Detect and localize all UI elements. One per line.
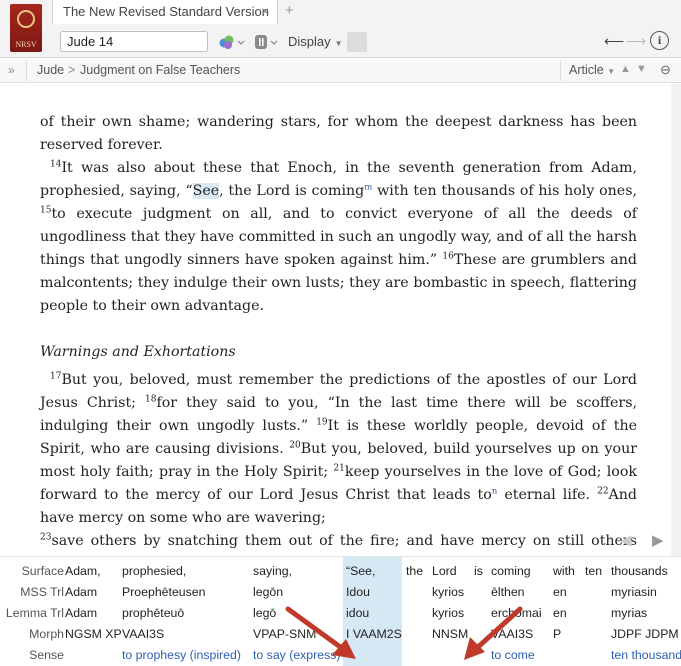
expand-icon[interactable]: » [8,63,15,77]
verse-number[interactable]: 16 [442,251,453,261]
article-label: Article [569,63,604,77]
article-menu-button[interactable]: Article ▼ [569,63,615,77]
verse-text: eternal life. [497,487,598,503]
seal-icon [17,10,35,28]
verse-text: , the Lord is coming [219,183,365,199]
next-icon[interactable]: ▶ [652,531,664,549]
breadcrumb-book[interactable]: Jude [37,63,64,77]
breadcrumb-separator: > [68,63,76,77]
plus-icon[interactable]: + [285,2,294,19]
breadcrumb: » Jude > Judgment on False Teachers Arti… [0,59,681,83]
verse-text: of their own shame; wandering stars, for… [40,114,637,153]
verse-number[interactable]: 14 [50,159,61,169]
selected-word[interactable]: See [192,183,220,199]
verse-number[interactable]: 19 [316,417,327,427]
more-icon[interactable]: ⊖ [660,62,671,78]
parallel-resources-button[interactable] [216,32,246,52]
logo-text: NRSV [15,40,37,49]
divider [560,61,561,81]
close-icon[interactable]: × [261,3,269,19]
bible-text: of their own shame; wandering stars, for… [40,111,637,556]
reference-input[interactable] [60,31,208,52]
section-heading: Warnings and Exhortations [40,344,236,360]
tab-title: The New Revised Standard Version [63,4,269,19]
paragraph: 14It was also about these that Enoch, in… [40,157,637,318]
chevron-down-icon: ▼ [607,67,616,76]
annotation-arrows [285,606,523,660]
verse-text: with ten thousands of his holy ones, [372,183,637,199]
panel-menu-button[interactable] [254,32,280,52]
reading-pane[interactable]: of their own shame; wandering stars, for… [0,84,671,556]
verse-number[interactable]: 18 [145,394,156,404]
back-arrow-icon[interactable]: ⟵ [604,33,624,50]
parallel-resources-icon [219,35,245,49]
verse-number[interactable]: 21 [333,463,344,473]
forward-arrow-icon[interactable]: ⟶ [626,33,646,50]
previous-icon[interactable]: ◀ [620,531,632,549]
verse-number[interactable]: 15 [40,205,51,215]
panel-menu-icon [255,35,278,49]
divider [26,61,27,81]
article-up-icon[interactable]: ▲ [620,63,631,75]
info-icon[interactable]: i [650,31,669,50]
verse-number[interactable]: 17 [50,371,61,381]
verse-text: save others by snatching them out of the… [51,533,637,549]
search-box-button[interactable] [347,32,367,52]
interlinear-pane: Surface MSS Trl Lemma Trl Morph Sense Adam, A… [0,556,681,666]
scrollbar[interactable] [671,84,681,556]
verse-number[interactable]: 22 [597,486,608,496]
nrsv-logo[interactable]: NRSV [10,4,42,52]
display-label: Display [288,34,331,49]
verse-number[interactable]: 23 [40,532,51,542]
annotation-arrow [464,606,523,660]
resource-tab[interactable]: The New Revised Standard Version × [52,0,278,24]
article-down-icon[interactable]: ▼ [636,63,647,75]
paragraph: 17But you, beloved, must remember the pr… [40,369,637,556]
breadcrumb-section[interactable]: Judgment on False Teachers [80,63,240,77]
annotation-arrow [285,606,356,659]
display-menu-button[interactable]: Display ▼ [288,34,343,49]
verse-number[interactable]: 20 [289,440,300,450]
paragraph: of their own shame; wandering stars, for… [40,111,637,157]
chevron-down-icon: ▼ [334,39,343,48]
toolbar: NRSV The New Revised Standard Version × … [0,0,681,58]
